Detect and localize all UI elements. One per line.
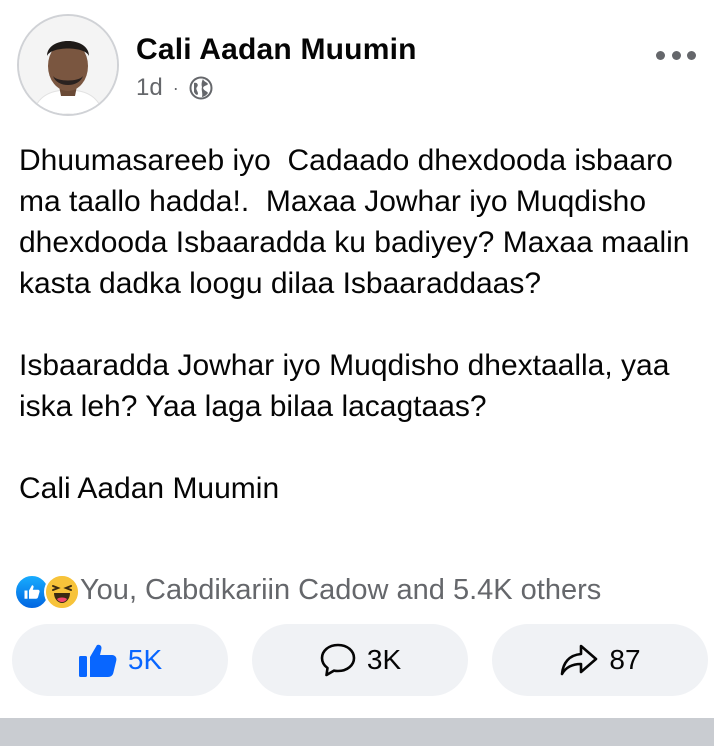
author-avatar[interactable]: [17, 14, 119, 116]
reaction-icons[interactable]: [14, 572, 96, 610]
feed-divider: [0, 718, 714, 746]
haha-icon: [44, 574, 80, 610]
author-name[interactable]: Cali Aadan Muumin: [136, 33, 417, 67]
more-horizontal-icon[interactable]: [656, 48, 696, 62]
thumbs-up-icon: [78, 642, 118, 678]
meta-separator: ·: [172, 77, 179, 98]
share-button[interactable]: 87: [492, 624, 708, 696]
post-paragraph: Dhuumasareeb iyo Cadaado dhexdooda isbaa…: [19, 144, 698, 300]
comment-icon: [319, 642, 357, 678]
post-body: Dhuumasareeb iyo Cadaado dhexdooda isbaa…: [19, 140, 699, 509]
share-count: 87: [609, 644, 641, 675]
reaction-bar[interactable]: You, Cabdikariin Cadow and 5.4K others: [14, 570, 704, 610]
post-header: Cali Aadan Muumin 1d ·: [0, 0, 714, 130]
comment-count: 3K: [366, 644, 402, 675]
like-count: 5K: [127, 644, 163, 675]
post-timestamp[interactable]: 1d: [136, 74, 163, 102]
reaction-summary[interactable]: You, Cabdikariin Cadow and 5.4K others: [80, 574, 601, 607]
share-icon: [559, 643, 599, 677]
globe-icon[interactable]: [189, 76, 213, 100]
like-button[interactable]: 5K: [12, 624, 228, 696]
comment-button[interactable]: 3K: [252, 624, 468, 696]
post-signature: Cali Aadan Muumin: [19, 472, 280, 505]
post-paragraph: Isbaaradda Jowhar iyo Muqdisho dhextaall…: [19, 349, 678, 423]
post-meta: 1d ·: [136, 74, 213, 102]
action-bar: 5K 3K 87: [12, 624, 708, 696]
